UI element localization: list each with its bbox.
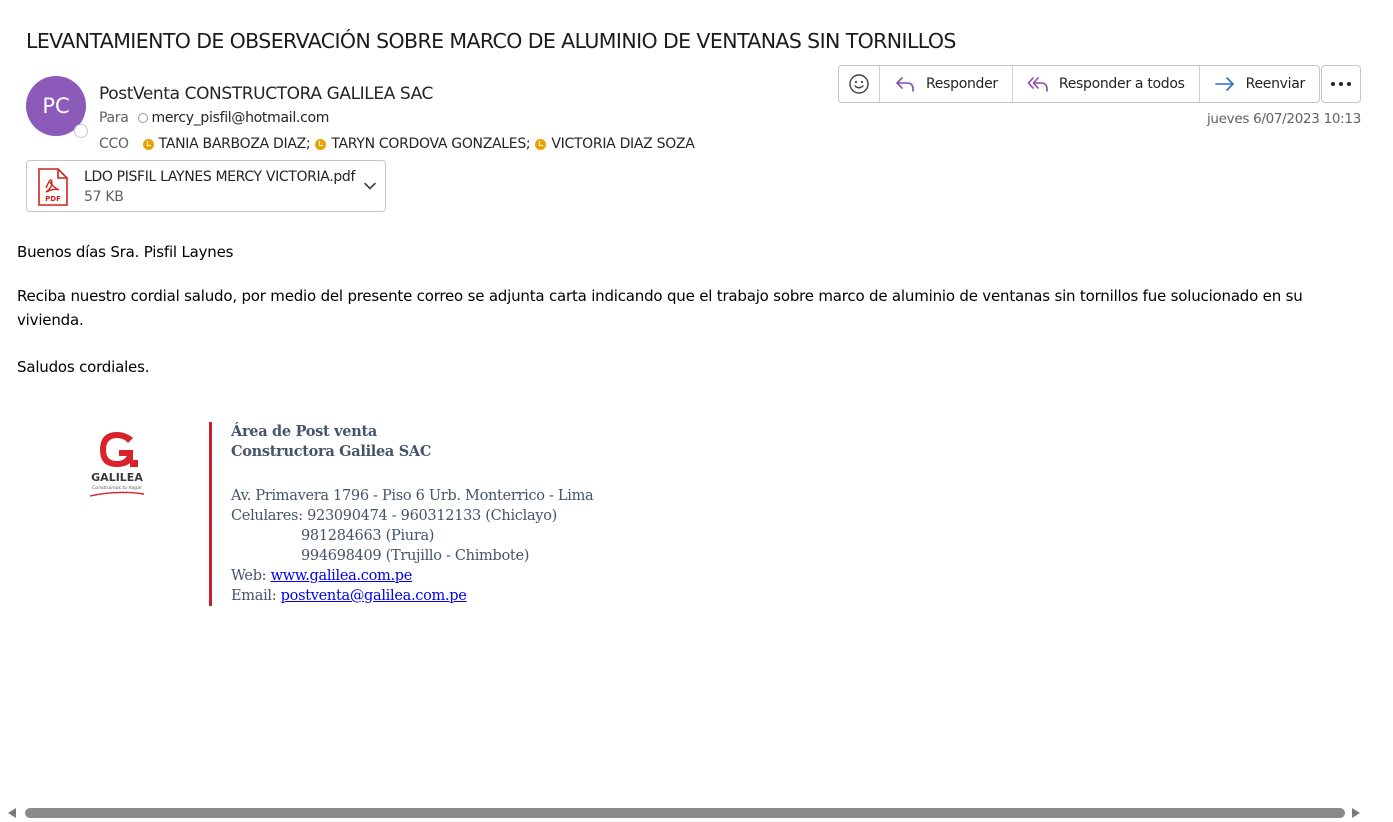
scroll-left-arrow-icon[interactable] (8, 808, 16, 818)
avatar-initials: PC (42, 94, 70, 118)
attachment-name: LDO PISFIL LAYNES MERCY VICTORIA.pdf (84, 169, 356, 185)
presence-away-icon (535, 138, 547, 150)
cco-recipient-name: TANIA BARBOZA DIAZ; (158, 136, 311, 152)
signature-company: Constructora Galilea SAC (231, 443, 432, 460)
cco-label: CCO (99, 136, 129, 152)
reply-all-label: Responder a todos (1058, 76, 1185, 92)
signature-phones: Celulares: 923090474 - 960312133 (Chicla… (231, 506, 557, 526)
signature-web: Web: www.galilea.com.pe (231, 566, 412, 586)
presence-status-icon (74, 124, 88, 138)
forward-label: Reenviar (1245, 76, 1306, 92)
cco-recipient[interactable]: TANIA BARBOZA DIAZ; (142, 136, 316, 152)
emoji-reaction-button[interactable] (839, 66, 879, 102)
signature-department: Área de Post venta (231, 423, 377, 440)
reply-icon (896, 77, 914, 92)
cco-recipient-name: TARYN CORDOVA GONZALES; (331, 136, 531, 152)
body-greeting: Buenos días Sra. Pisfil Laynes (17, 243, 234, 261)
phone-trujillo: 994698409 (Trujillo - Chimbote) (301, 548, 530, 564)
more-actions-button[interactable] (1321, 65, 1361, 103)
reply-label: Responder (926, 76, 998, 92)
cco-recipient[interactable]: TARYN CORDOVA GONZALES; (315, 136, 535, 152)
svg-text:PDF: PDF (45, 195, 61, 203)
signature-divider (209, 422, 212, 606)
web-label: Web: (231, 568, 267, 584)
sent-date: jueves 6/07/2023 10:13 (1206, 111, 1361, 127)
body-paragraph-line1: Reciba nuestro cordial saludo, por medio… (17, 287, 1303, 305)
email-subject: LEVANTAMIENTO DE OBSERVACIÓN SOBRE MARCO… (26, 29, 956, 53)
reply-button[interactable]: Responder (879, 66, 1012, 102)
phone-chiclayo: 923090474 - 960312133 (Chiclayo) (307, 508, 557, 524)
scroll-right-arrow-icon[interactable] (1352, 808, 1360, 818)
reply-all-button[interactable]: Responder a todos (1011, 66, 1199, 102)
scrollbar-thumb[interactable] (25, 808, 1345, 818)
more-dots-icon (1331, 82, 1351, 86)
to-label: Para (99, 110, 129, 126)
presence-away-icon (142, 138, 154, 150)
phone-piura: 981284663 (Piura) (301, 528, 435, 544)
phones-label: Celulares: (231, 508, 303, 524)
email-link[interactable]: postventa@galilea.com.pe (281, 588, 467, 604)
sender-avatar[interactable]: PC (26, 76, 88, 138)
logo-tagline: Construimos tu hogar (92, 485, 143, 491)
to-recipients-row: Para mercy_pisfil@hotmail.com (99, 110, 329, 126)
galilea-logo-mark: GALILEA Construimos tu hogar (89, 432, 145, 497)
galilea-logo: GALILEA Construimos tu hogar (86, 430, 148, 500)
cco-recipients-row: CCO TANIA BARBOZA DIAZ; TARYN CORDOVA GO… (99, 136, 695, 152)
body-closing: Saludos cordiales. (17, 358, 150, 376)
presence-offline-icon (137, 113, 148, 123)
pdf-file-icon: PDF (38, 168, 68, 206)
message-action-toolbar: Responder Responder a todos Reenviar (838, 65, 1320, 103)
chevron-down-icon[interactable] (363, 179, 377, 193)
signature-address: Av. Primavera 1796 - Piso 6 Urb. Monterr… (231, 488, 594, 504)
attachment-size: 57 KB (84, 189, 124, 205)
sender-name[interactable]: PostVenta CONSTRUCTORA GALILEA SAC (99, 84, 433, 104)
presence-away-icon (315, 138, 327, 150)
forward-button[interactable]: Reenviar (1198, 66, 1319, 102)
cco-recipient[interactable]: VICTORIA DIAZ SOZA (535, 136, 695, 152)
logo-wordmark: GALILEA (91, 471, 143, 484)
to-recipient[interactable]: mercy_pisfil@hotmail.com (152, 110, 330, 126)
forward-arrow-icon (1214, 77, 1234, 91)
smiley-icon (849, 74, 869, 94)
web-link[interactable]: www.galilea.com.pe (271, 568, 413, 584)
cco-recipient-name: VICTORIA DIAZ SOZA (551, 136, 695, 152)
email-label: Email: (231, 588, 277, 604)
body-paragraph-line2: vivienda. (17, 311, 84, 329)
attachment-card[interactable]: PDF LDO PISFIL LAYNES MERCY VICTORIA.pdf… (26, 160, 386, 212)
horizontal-scrollbar[interactable] (0, 804, 1367, 822)
reply-all-icon (1027, 77, 1048, 92)
signature-email: Email: postventa@galilea.com.pe (231, 586, 467, 606)
